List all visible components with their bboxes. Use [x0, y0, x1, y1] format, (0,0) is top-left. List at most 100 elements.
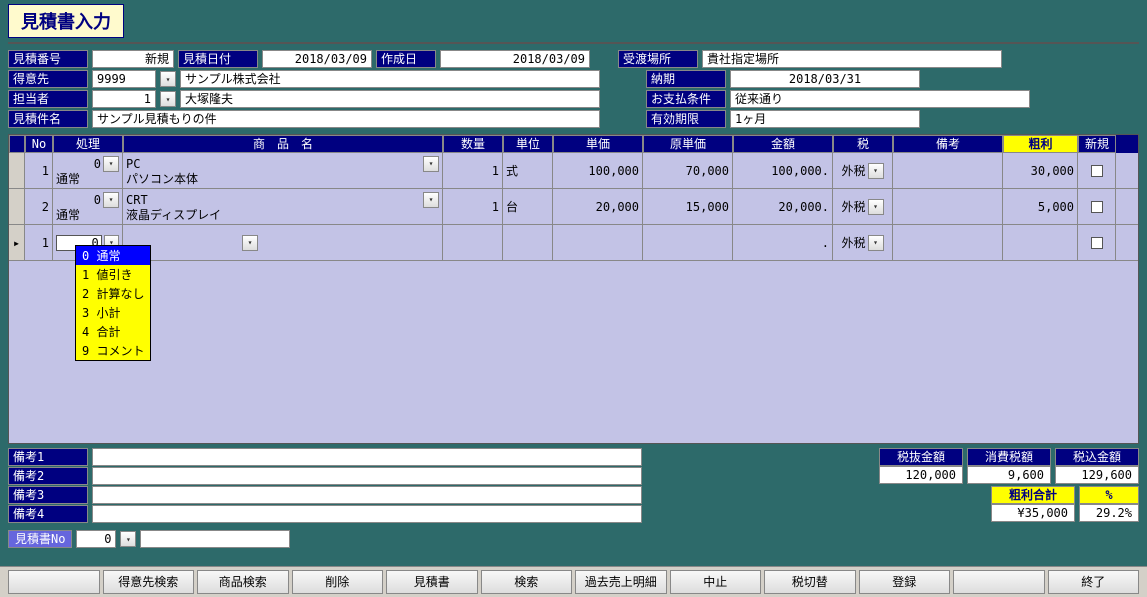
customer-dropdown-icon[interactable]: ▾ — [160, 71, 176, 87]
fn-blank-2[interactable] — [953, 570, 1045, 594]
docno-desc-field[interactable] — [140, 530, 290, 548]
cell-profit — [1003, 225, 1078, 260]
new-checkbox[interactable] — [1091, 237, 1103, 249]
valid-label: 有効期限 — [646, 110, 726, 128]
valid-field[interactable]: 1ヶ月 — [730, 110, 920, 128]
cell-proc[interactable]: 0 ▾ 通常 — [53, 153, 123, 188]
product-dropdown-icon[interactable]: ▾ — [423, 192, 439, 208]
staff-code-field[interactable]: 1 — [92, 90, 156, 108]
payterm-field[interactable]: 従来通り — [730, 90, 1030, 108]
proc-option[interactable]: 1 値引き — [76, 265, 150, 284]
cell-tax[interactable]: 外税 ▾ — [833, 189, 893, 224]
cell-remark[interactable] — [893, 189, 1003, 224]
gross-value: 129,600 — [1055, 466, 1139, 484]
fn-exit[interactable]: 終了 — [1048, 570, 1140, 594]
product-name: パソコン本体 — [126, 172, 439, 186]
cell-product[interactable]: PC ▾ パソコン本体 — [123, 153, 443, 188]
cell-tax[interactable]: 外税 ▾ — [833, 153, 893, 188]
cell-unit[interactable]: 台 — [503, 189, 553, 224]
product-dropdown-icon[interactable]: ▾ — [242, 235, 258, 251]
proc-option[interactable]: 4 合計 — [76, 322, 150, 341]
cell-cost[interactable] — [643, 225, 733, 260]
remark2-field[interactable] — [92, 467, 642, 485]
cell-product[interactable]: ▾ — [123, 225, 443, 260]
proc-option[interactable]: 3 小計 — [76, 303, 150, 322]
create-date-label: 作成日 — [376, 50, 436, 68]
est-no-field[interactable]: 新規 — [92, 50, 174, 68]
fn-customer-search[interactable]: 得意先検索 — [103, 570, 195, 594]
grid-body: 1 0 ▾ 通常 PC ▾ パソコン本体 1 式 100,000 70,000 … — [9, 153, 1138, 261]
docno-field[interactable]: 0 — [76, 530, 116, 548]
customer-name-field[interactable]: サンプル株式会社 — [180, 70, 600, 88]
cell-remark[interactable] — [893, 225, 1003, 260]
cell-remark[interactable] — [893, 153, 1003, 188]
delivery-place-label: 受渡場所 — [618, 50, 698, 68]
cell-tax[interactable]: 外税 ▾ — [833, 225, 893, 260]
staff-dropdown-icon[interactable]: ▾ — [160, 91, 176, 107]
remark4-label: 備考4 — [8, 505, 88, 523]
cell-unit[interactable] — [503, 225, 553, 260]
due-field[interactable]: 2018/03/31 — [730, 70, 920, 88]
new-checkbox[interactable] — [1091, 165, 1103, 177]
col-unit: 単位 — [503, 135, 553, 153]
proc-dropdown-icon[interactable]: ▾ — [103, 156, 119, 172]
cell-profit: 5,000 — [1003, 189, 1078, 224]
cell-no: 1 — [25, 225, 53, 260]
remark3-field[interactable] — [92, 486, 642, 504]
line-items-grid[interactable]: No 処理 商 品 名 数量 単位 単価 原単価 金額 税 備考 粗利 新規 1… — [8, 134, 1139, 444]
grid-row[interactable]: 1 0 ▾ 通常 PC ▾ パソコン本体 1 式 100,000 70,000 … — [9, 153, 1138, 189]
grid-row-active[interactable]: ▸ 1 0 ▾ ▾ . 外税 ▾ — [9, 225, 1138, 261]
tax-dropdown-icon[interactable]: ▾ — [868, 163, 884, 179]
cell-product[interactable]: CRT ▾ 液晶ディスプレイ — [123, 189, 443, 224]
proc-option[interactable]: 0 通常 — [76, 246, 150, 265]
cell-qty[interactable] — [443, 225, 503, 260]
fn-estimate[interactable]: 見積書 — [386, 570, 478, 594]
tax-dropdown-icon[interactable]: ▾ — [868, 199, 884, 215]
profit-label: 粗利合計 — [991, 486, 1075, 504]
subject-label: 見積件名 — [8, 110, 88, 128]
cell-unit[interactable]: 式 — [503, 153, 553, 188]
proc-dropdown-list[interactable]: 0 通常 1 値引き 2 計算なし 3 小計 4 合計 9 コメント — [75, 245, 151, 361]
est-date-field[interactable]: 2018/03/09 — [262, 50, 372, 68]
cell-new[interactable] — [1078, 225, 1116, 260]
proc-option[interactable]: 2 計算なし — [76, 284, 150, 303]
proc-dropdown-icon[interactable]: ▾ — [103, 192, 119, 208]
cell-cost[interactable]: 15,000 — [643, 189, 733, 224]
cell-cost[interactable]: 70,000 — [643, 153, 733, 188]
tax-dropdown-icon[interactable]: ▾ — [868, 235, 884, 251]
cell-qty[interactable]: 1 — [443, 153, 503, 188]
remarks-block: 備考1 備考2 備考3 備考4 — [8, 448, 648, 524]
remark1-field[interactable] — [92, 448, 642, 466]
fn-past-sales[interactable]: 過去売上明細 — [575, 570, 667, 594]
fn-tax-toggle[interactable]: 税切替 — [764, 570, 856, 594]
delivery-place-field[interactable]: 貴社指定場所 — [702, 50, 1002, 68]
product-name: 液晶ディスプレイ — [126, 208, 439, 222]
fn-search[interactable]: 検索 — [481, 570, 573, 594]
fn-product-search[interactable]: 商品検索 — [197, 570, 289, 594]
subject-field[interactable]: サンプル見積もりの件 — [92, 110, 600, 128]
cell-new[interactable] — [1078, 189, 1116, 224]
cell-proc[interactable]: 0 ▾ 通常 — [53, 189, 123, 224]
fn-cancel[interactable]: 中止 — [670, 570, 762, 594]
remark4-field[interactable] — [92, 505, 642, 523]
create-date-field[interactable]: 2018/03/09 — [440, 50, 590, 68]
cell-price[interactable]: 100,000 — [553, 153, 643, 188]
product-dropdown-icon[interactable]: ▾ — [423, 156, 439, 172]
grid-row[interactable]: 2 0 ▾ 通常 CRT ▾ 液晶ディスプレイ 1 台 20,000 15,00… — [9, 189, 1138, 225]
proc-option[interactable]: 9 コメント — [76, 341, 150, 360]
docno-label: 見積書No — [8, 530, 72, 548]
cell-price[interactable] — [553, 225, 643, 260]
cell-new[interactable] — [1078, 153, 1116, 188]
fn-blank-1[interactable] — [8, 570, 100, 594]
cell-qty[interactable]: 1 — [443, 189, 503, 224]
fn-delete[interactable]: 削除 — [292, 570, 384, 594]
customer-code-field[interactable]: 9999 — [92, 70, 156, 88]
cell-price[interactable]: 20,000 — [553, 189, 643, 224]
staff-name-field[interactable]: 大塚隆夫 — [180, 90, 600, 108]
docno-dropdown-icon[interactable]: ▾ — [120, 531, 136, 547]
remark2-label: 備考2 — [8, 467, 88, 485]
new-checkbox[interactable] — [1091, 201, 1103, 213]
proc-name: 通常 — [56, 172, 119, 186]
footer: 備考1 備考2 備考3 備考4 税抜金額120,000 消費税額9,600 税込… — [0, 448, 1147, 524]
fn-register[interactable]: 登録 — [859, 570, 951, 594]
